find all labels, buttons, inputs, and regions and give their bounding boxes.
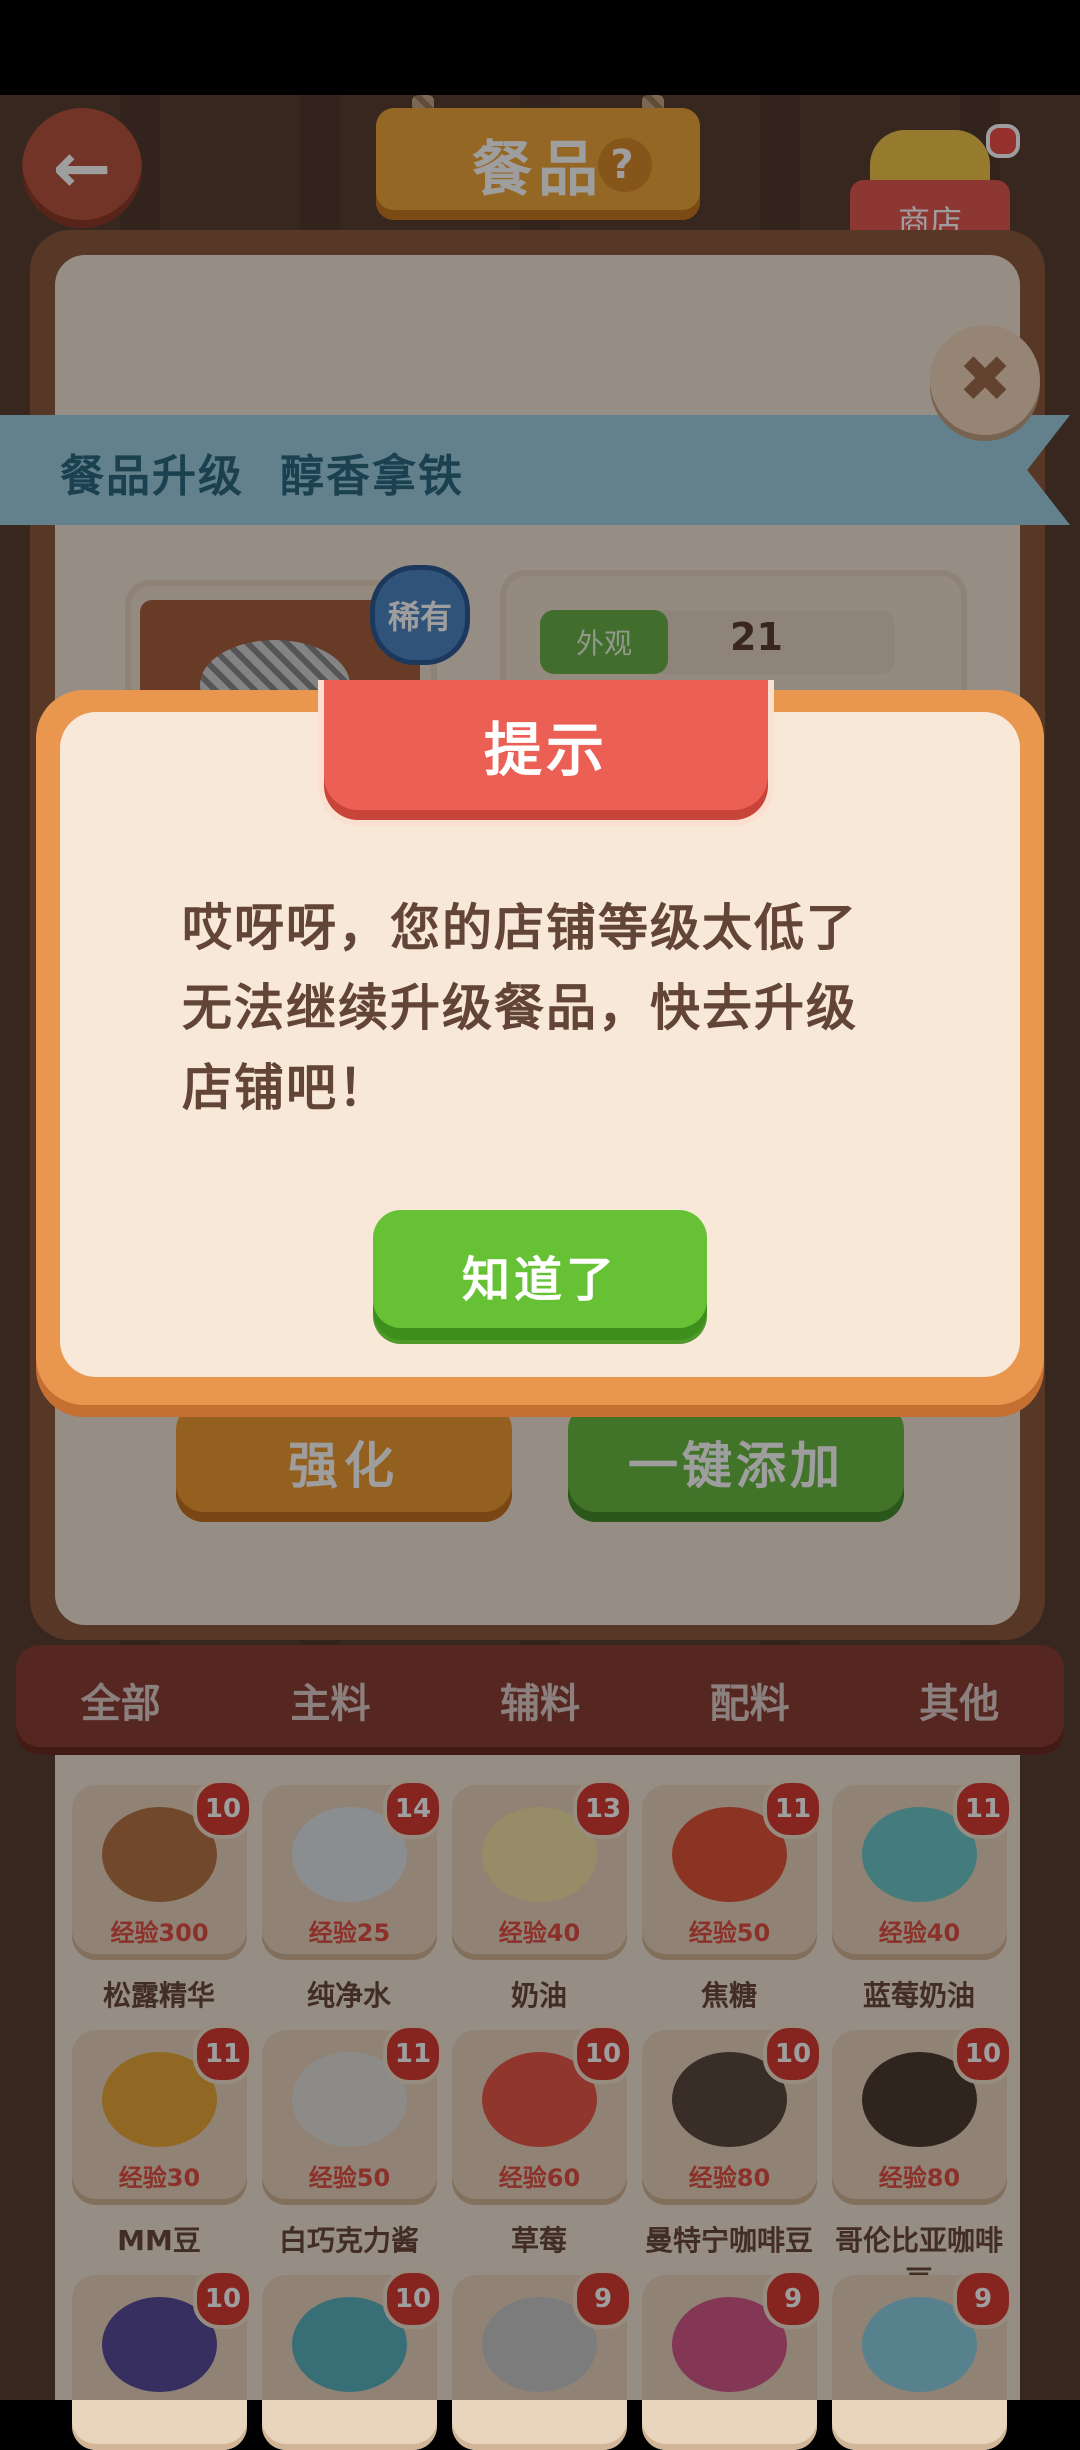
dialog-message-line: 哎呀呀，您的店铺等级太低了 [182, 899, 858, 957]
status-bar [0, 0, 1080, 95]
dialog-message-line: 店铺吧！ [182, 1059, 390, 1117]
dialog-message-line: 无法继续升级餐品，快去升级 [182, 979, 858, 1037]
ok-button[interactable]: 知道了 [373, 1210, 707, 1340]
dialog-message: 哎呀呀，您的店铺等级太低了 无法继续升级餐品，快去升级 店铺吧！ [182, 888, 912, 1128]
dialog-title: 提示 [483, 716, 608, 784]
